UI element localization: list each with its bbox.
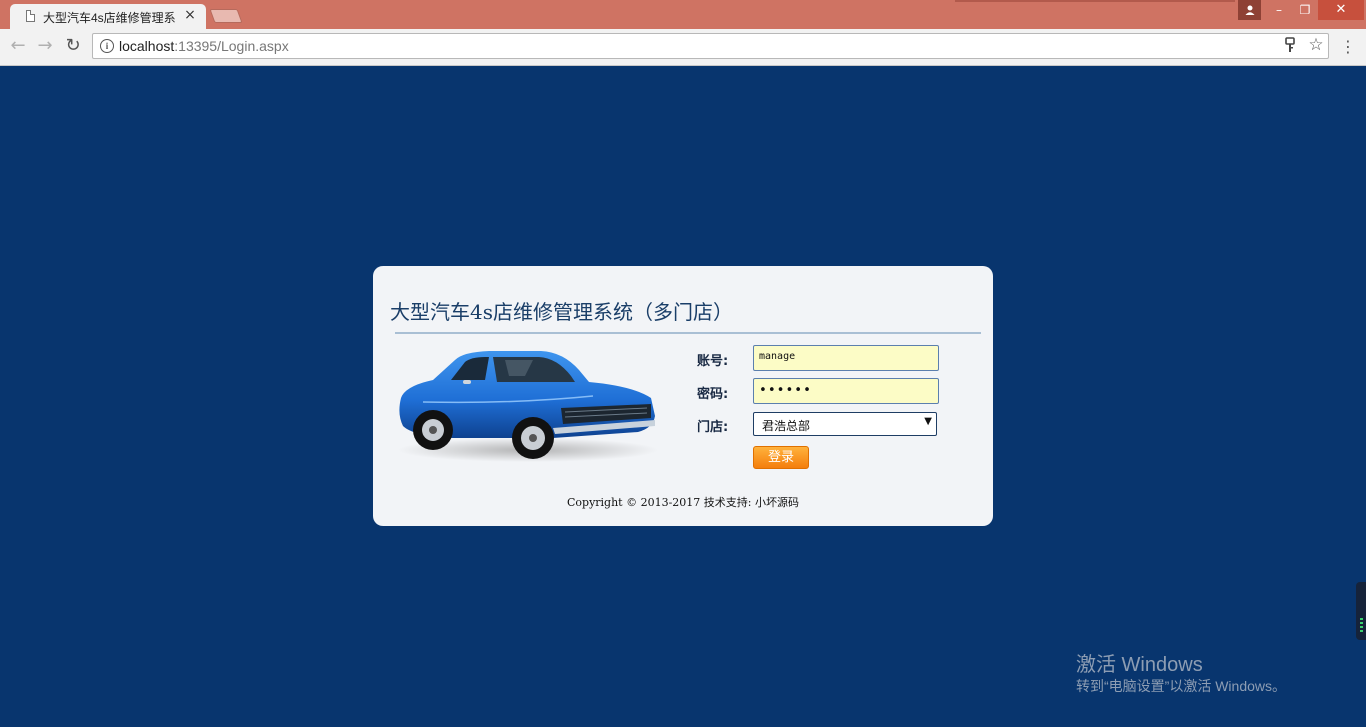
browser-toolbar: ← → ↻ i localhost:13395/Login.aspx ☆ ⋮ xyxy=(0,29,1366,66)
tab-close-icon[interactable]: × xyxy=(183,7,197,23)
url-path: :13395/Login.aspx xyxy=(174,38,289,54)
activation-watermark-subtitle: 转到“电脑设置”以激活 Windows。 xyxy=(1076,678,1287,694)
restore-button[interactable]: ❐ xyxy=(1292,0,1318,20)
forward-arrow-icon[interactable]: → xyxy=(34,35,56,57)
tab-title: 大型汽车4s店维修管理系 xyxy=(43,11,176,25)
system-title: 大型汽车4s店维修管理系统（多门店） xyxy=(390,300,733,324)
browser-titlebar: 大型汽车4s店维修管理系 × – ❐ ✕ xyxy=(0,0,1366,29)
dropdown-arrow-icon: ▼ xyxy=(924,416,932,427)
close-window-button[interactable]: ✕ xyxy=(1318,0,1364,20)
browser-tab-active[interactable]: 大型汽车4s店维修管理系 × xyxy=(10,4,206,29)
menu-icon[interactable]: ⋮ xyxy=(1340,37,1356,57)
store-select[interactable]: 君浩总部 ▼ xyxy=(753,412,937,436)
car-illustration xyxy=(398,351,658,462)
side-tray-widget[interactable] xyxy=(1356,582,1366,640)
info-icon[interactable]: i xyxy=(100,39,114,53)
new-tab-button[interactable] xyxy=(209,9,243,23)
password-label: 密码: xyxy=(697,387,729,402)
address-bar[interactable]: i localhost:13395/Login.aspx ☆ xyxy=(92,33,1329,59)
account-value: manage xyxy=(759,351,796,362)
minimize-button[interactable]: – xyxy=(1266,0,1292,20)
store-selected-value: 君浩总部 xyxy=(762,419,811,433)
url-text[interactable]: localhost:13395/Login.aspx xyxy=(119,38,289,54)
star-icon[interactable]: ☆ xyxy=(1307,36,1325,54)
user-icon[interactable] xyxy=(1238,0,1261,20)
copyright-text: Copyright © 2013-2017 技术支持: 小坏源码 xyxy=(566,496,799,509)
store-label: 门店: xyxy=(697,420,729,435)
password-input[interactable]: •••••• xyxy=(753,378,939,404)
title-divider xyxy=(395,332,981,334)
titlebar-strip xyxy=(955,0,1235,2)
key-icon[interactable] xyxy=(1283,37,1297,55)
login-card: 大型汽车4s店维修管理系统（多门店） 账号: manage 密码: ••••••… xyxy=(373,266,993,526)
login-button[interactable]: 登录 xyxy=(753,446,809,469)
account-label: 账号: xyxy=(697,354,729,369)
activation-watermark-title: 激活 Windows xyxy=(1076,654,1203,676)
account-input[interactable]: manage xyxy=(753,345,939,371)
url-host: localhost xyxy=(119,38,175,54)
page-icon xyxy=(26,10,35,22)
reload-icon[interactable]: ↻ xyxy=(62,35,84,57)
password-value: •••••• xyxy=(759,383,812,398)
back-arrow-icon[interactable]: ← xyxy=(7,35,29,57)
